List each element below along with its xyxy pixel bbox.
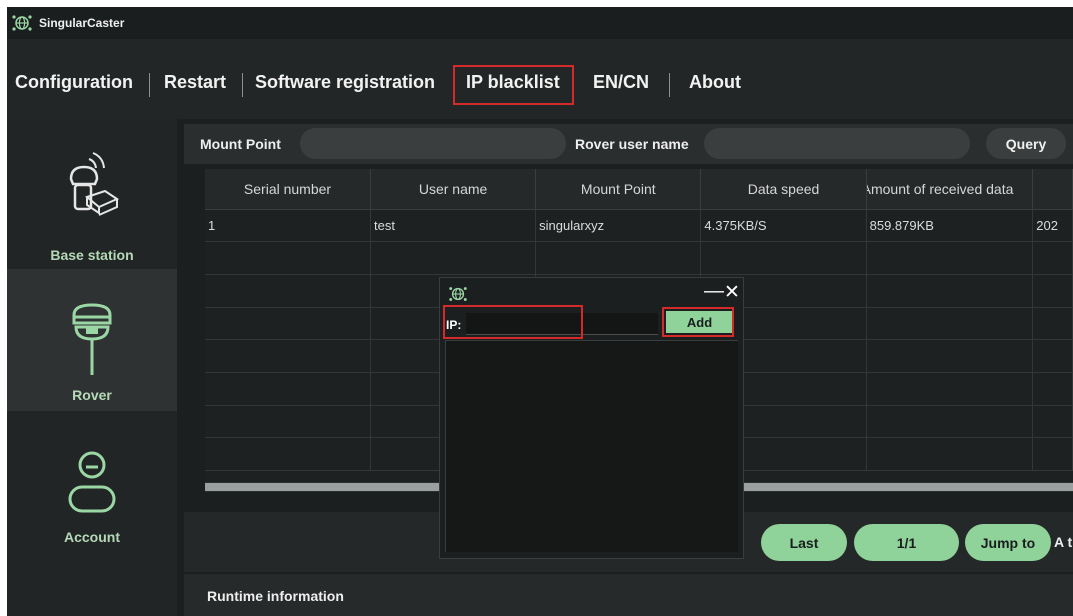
sidebar-label-base-station: Base station	[50, 247, 134, 263]
ip-highlight-box	[443, 305, 583, 339]
pager-trailing-text: A t	[1054, 534, 1073, 550]
menu-restart[interactable]: Restart	[164, 72, 226, 93]
app-logo-icon	[12, 15, 32, 31]
table-cell	[866, 241, 1034, 275]
column-header-mount-point[interactable]: Mount Point	[535, 169, 702, 210]
mount-point-label: Mount Point	[200, 136, 281, 152]
runtime-info-title: Runtime information	[207, 588, 344, 604]
menu-divider	[242, 73, 243, 97]
menu-en-cn[interactable]: EN/CN	[593, 72, 649, 93]
table-cell	[866, 405, 1034, 439]
title-bar: SingularCaster	[7, 7, 1073, 39]
sidebar-item-base-station[interactable]: Base station	[7, 119, 177, 263]
table-cell	[205, 307, 371, 341]
table-row[interactable]: 1 test singularxyz 4.375KB/S 859.879KB 202	[205, 209, 1073, 243]
table-cell	[205, 405, 371, 439]
table-cell	[370, 241, 537, 275]
menu-divider	[149, 73, 150, 97]
table-cell	[1032, 241, 1073, 275]
add-highlight-box	[662, 307, 734, 337]
table-cell: 202	[1032, 209, 1073, 243]
query-bar: Mount Point Rover user name Query	[184, 124, 1073, 164]
column-header-data-speed[interactable]: Data speed	[700, 169, 867, 210]
column-header-serial-number[interactable]: Serial number	[205, 169, 371, 210]
rover-user-label: Rover user name	[575, 136, 689, 152]
table-cell	[866, 372, 1034, 406]
rover-icon	[7, 299, 177, 379]
app-title: SingularCaster	[39, 16, 125, 30]
app-logo-icon	[449, 287, 467, 301]
sidebar-item-rover[interactable]: Rover	[7, 269, 177, 411]
table-cell	[205, 274, 371, 308]
table-cell	[205, 437, 371, 471]
app-window: SingularCaster Configuration Restart Sof…	[7, 7, 1073, 616]
table-cell	[866, 339, 1034, 373]
sidebar-item-account[interactable]: Account	[7, 411, 177, 553]
table-cell	[1032, 372, 1073, 406]
close-icon[interactable]: ✕	[724, 281, 740, 304]
column-header-user-name[interactable]: User name	[370, 169, 537, 210]
query-button[interactable]: Query	[986, 128, 1066, 159]
sidebar-label-rover: Rover	[72, 387, 112, 403]
menu-configuration[interactable]: Configuration	[15, 72, 133, 93]
menu-divider	[669, 73, 670, 97]
table-cell	[866, 437, 1034, 471]
table-cell	[866, 307, 1034, 341]
menu-about[interactable]: About	[689, 72, 741, 93]
menu-ip-blacklist[interactable]: IP blacklist	[466, 72, 560, 93]
table-cell	[1032, 437, 1073, 471]
table-cell: 859.879KB	[866, 209, 1034, 243]
table-cell	[205, 241, 371, 275]
menu-bar: Configuration Restart Software registrat…	[7, 39, 1073, 119]
table-cell: singularxyz	[535, 209, 702, 243]
table-header-row: Serial number User name Mount Point Data…	[205, 169, 1073, 210]
table-cell	[535, 241, 702, 275]
account-icon	[7, 449, 177, 519]
column-header-extra[interactable]	[1032, 169, 1073, 210]
rover-user-input[interactable]	[704, 128, 970, 159]
table-cell: 4.375KB/S	[700, 209, 867, 243]
last-page-button[interactable]: Last	[761, 524, 847, 561]
table-cell	[1032, 339, 1073, 373]
table-cell	[1032, 405, 1073, 439]
table-cell	[1032, 274, 1073, 308]
table-row[interactable]	[205, 241, 1073, 275]
column-header-amount-received[interactable]: Amount of received data	[866, 169, 1034, 210]
table-cell	[205, 339, 371, 373]
page-indicator-button[interactable]: 1/1	[854, 524, 959, 561]
table-cell	[700, 241, 867, 275]
table-cell	[205, 372, 371, 406]
runtime-info-panel: Runtime information	[184, 574, 1073, 616]
table-cell: test	[370, 209, 537, 243]
dialog-header: — ✕	[440, 278, 743, 308]
sidebar-label-account: Account	[64, 529, 120, 545]
ip-blacklist-dialog: — ✕ IP: Add	[439, 277, 744, 559]
menu-software-registration[interactable]: Software registration	[255, 72, 435, 93]
jump-to-button[interactable]: Jump to	[965, 524, 1051, 561]
mount-point-input[interactable]	[300, 128, 566, 159]
table-cell	[866, 274, 1034, 308]
base-station-icon	[7, 149, 177, 219]
table-cell	[1032, 307, 1073, 341]
minimize-icon[interactable]: —	[704, 280, 724, 303]
blacklist-ip-list[interactable]	[445, 340, 738, 552]
table-cell: 1	[205, 209, 371, 243]
sidebar: Base station Rover Account	[7, 119, 177, 616]
